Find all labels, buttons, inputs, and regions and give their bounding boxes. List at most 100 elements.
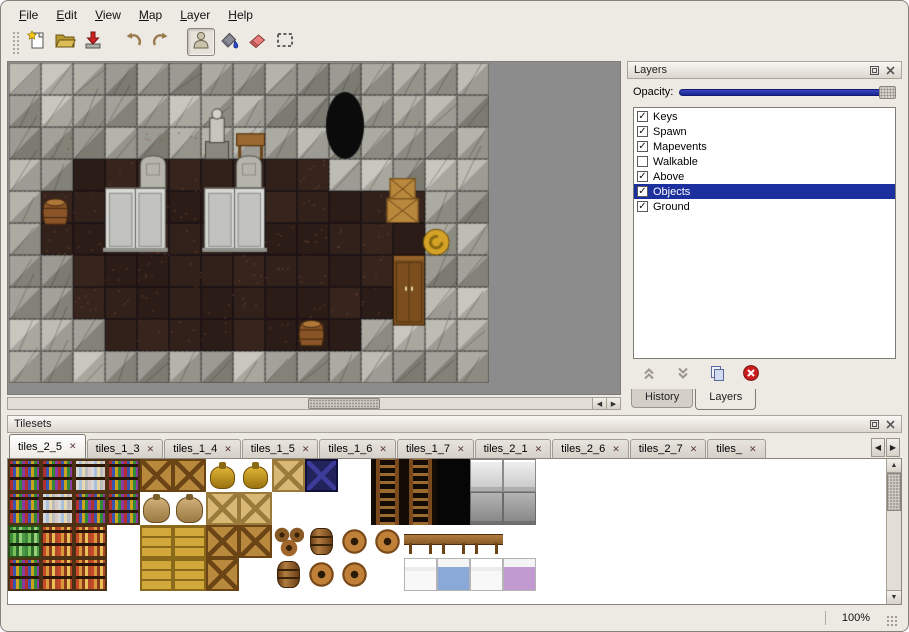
tileset-tile[interactable] bbox=[206, 558, 239, 591]
tileset-tile[interactable] bbox=[305, 459, 338, 492]
resize-grip[interactable] bbox=[886, 615, 899, 628]
menu-layer[interactable]: Layer bbox=[172, 6, 218, 24]
layer-row-above[interactable]: ✓Above bbox=[634, 169, 895, 184]
layer-duplicate-button[interactable] bbox=[707, 365, 727, 385]
tileset-tile[interactable] bbox=[272, 525, 305, 558]
menu-edit[interactable]: Edit bbox=[48, 6, 85, 24]
tileset-tile[interactable] bbox=[41, 459, 74, 492]
tileset-tile[interactable] bbox=[173, 459, 206, 492]
tab-close-icon[interactable]: ✕ bbox=[690, 445, 698, 454]
tileset-tab-tiles_2_6[interactable]: tiles_2_6✕ bbox=[552, 439, 629, 458]
tab-close-icon[interactable]: ✕ bbox=[147, 445, 155, 454]
tileset-tile[interactable] bbox=[74, 492, 107, 525]
opacity-slider-track[interactable] bbox=[679, 89, 894, 96]
tileset-tile[interactable] bbox=[503, 459, 536, 492]
tileset-vertical-scrollbar[interactable]: ▲ ▼ bbox=[886, 459, 901, 604]
float-icon[interactable] bbox=[868, 418, 881, 431]
tileset-tile[interactable] bbox=[206, 492, 239, 525]
tileset-tile[interactable] bbox=[338, 558, 371, 591]
tileset-tile[interactable] bbox=[305, 492, 338, 525]
tileset-tile[interactable] bbox=[371, 525, 404, 558]
tileset-tab-tiles_2_1[interactable]: tiles_2_1✕ bbox=[475, 439, 552, 458]
layer-delete-button[interactable] bbox=[741, 365, 761, 385]
tab-close-icon[interactable]: ✕ bbox=[69, 442, 77, 451]
tileset-tile[interactable] bbox=[470, 525, 503, 558]
layer-row-spawn[interactable]: ✓Spawn bbox=[634, 124, 895, 139]
tileset-tile[interactable] bbox=[107, 459, 140, 492]
layer-checkbox[interactable]: ✓ bbox=[637, 111, 648, 122]
float-icon[interactable] bbox=[868, 64, 881, 77]
tileset-tile[interactable] bbox=[437, 459, 470, 492]
layer-row-keys[interactable]: ✓Keys bbox=[634, 109, 895, 124]
tileset-tile[interactable] bbox=[140, 558, 173, 591]
map-horizontal-scrollbar[interactable]: ◀ ▶ bbox=[7, 397, 621, 410]
tileset-tile[interactable] bbox=[8, 558, 41, 591]
layer-row-walkable[interactable]: Walkable bbox=[634, 154, 895, 169]
tileset-tile[interactable] bbox=[338, 525, 371, 558]
hscroll-thumb[interactable] bbox=[308, 398, 380, 409]
layer-checkbox[interactable]: ✓ bbox=[637, 126, 648, 137]
tileset-tile[interactable] bbox=[173, 492, 206, 525]
layer-move-down-button[interactable] bbox=[673, 365, 693, 385]
tileset-tile[interactable] bbox=[404, 558, 437, 591]
tileset-tile[interactable] bbox=[338, 459, 371, 492]
tileset-tile[interactable] bbox=[140, 459, 173, 492]
tileset-tab-tiles_1_5[interactable]: tiles_1_5✕ bbox=[242, 439, 319, 458]
menu-view[interactable]: View bbox=[87, 6, 129, 24]
tab-close-icon[interactable]: ✕ bbox=[612, 445, 620, 454]
tileset-tile[interactable] bbox=[338, 492, 371, 525]
tileset-tile[interactable] bbox=[41, 492, 74, 525]
tileset-tab-tiles_1_3[interactable]: tiles_1_3✕ bbox=[87, 439, 164, 458]
new-file-button[interactable] bbox=[23, 28, 51, 56]
tileset-tile[interactable] bbox=[503, 558, 536, 591]
tileset-tab-tiles_2_5[interactable]: tiles_2_5✕ bbox=[9, 434, 86, 458]
tileset-tile[interactable] bbox=[173, 558, 206, 591]
scroll-left-icon[interactable]: ◀ bbox=[592, 398, 606, 409]
tileset-tile[interactable] bbox=[503, 525, 536, 558]
layer-checkbox[interactable]: ✓ bbox=[637, 171, 648, 182]
open-button[interactable] bbox=[51, 28, 79, 56]
select-tool-button[interactable] bbox=[271, 28, 299, 56]
tileset-tile[interactable] bbox=[470, 492, 503, 525]
redo-button[interactable] bbox=[147, 28, 175, 56]
opacity-slider[interactable] bbox=[679, 85, 896, 99]
opacity-slider-handle[interactable] bbox=[879, 86, 896, 99]
save-button[interactable] bbox=[79, 28, 107, 56]
tileset-tile[interactable] bbox=[239, 492, 272, 525]
tileset-tile[interactable] bbox=[41, 525, 74, 558]
tileset-tile[interactable] bbox=[107, 525, 140, 558]
layer-move-up-button[interactable] bbox=[639, 365, 659, 385]
layer-checkbox[interactable]: ✓ bbox=[637, 141, 648, 152]
close-icon[interactable] bbox=[884, 418, 897, 431]
layer-row-objects[interactable]: ✓Objects bbox=[634, 184, 895, 199]
tileset-tile[interactable] bbox=[206, 459, 239, 492]
tileset-tile[interactable] bbox=[470, 459, 503, 492]
tileset-tile[interactable] bbox=[74, 558, 107, 591]
tileset-tile[interactable] bbox=[305, 525, 338, 558]
tileset-tile[interactable] bbox=[239, 459, 272, 492]
tileset-tile[interactable] bbox=[371, 492, 404, 525]
close-icon[interactable] bbox=[884, 64, 897, 77]
tileset-tile[interactable] bbox=[371, 558, 404, 591]
tileset-tile[interactable] bbox=[437, 558, 470, 591]
tileset-tile[interactable] bbox=[206, 525, 239, 558]
tileset-tile[interactable] bbox=[371, 459, 404, 492]
tileset-tile[interactable] bbox=[305, 558, 338, 591]
eraser-tool-button[interactable] bbox=[243, 28, 271, 56]
tileset-tile[interactable] bbox=[8, 492, 41, 525]
layer-row-mapevents[interactable]: ✓Mapevents bbox=[634, 139, 895, 154]
tileset-tab-tiles_2_7[interactable]: tiles_2_7✕ bbox=[630, 439, 707, 458]
menu-file[interactable]: File bbox=[11, 6, 46, 24]
tileset-tile[interactable] bbox=[272, 459, 305, 492]
layer-checkbox[interactable]: ✓ bbox=[637, 201, 648, 212]
layer-checkbox[interactable] bbox=[637, 156, 648, 167]
tileset-tile[interactable] bbox=[74, 525, 107, 558]
tab-close-icon[interactable]: ✕ bbox=[302, 445, 310, 454]
scroll-up-icon[interactable]: ▲ bbox=[887, 459, 901, 473]
tab-close-icon[interactable]: ✕ bbox=[749, 445, 757, 454]
tileset-tile[interactable] bbox=[239, 558, 272, 591]
tileset-tile[interactable] bbox=[8, 525, 41, 558]
tabs-scroll-right-icon[interactable]: ▶ bbox=[886, 438, 900, 457]
tileset-tile[interactable] bbox=[437, 525, 470, 558]
dock-tab-layers[interactable]: Layers bbox=[695, 389, 756, 410]
